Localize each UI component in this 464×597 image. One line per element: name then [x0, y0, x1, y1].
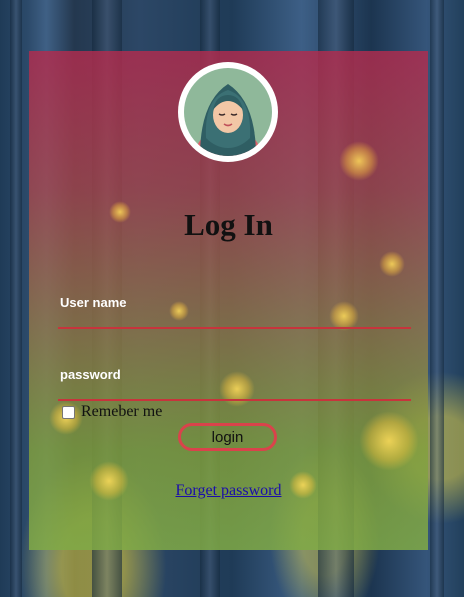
remember-me-checkbox[interactable] — [62, 405, 75, 419]
page-title: Log In — [184, 207, 273, 242]
remember-me-label: Remeber me — [81, 403, 163, 420]
user-avatar-icon — [184, 68, 272, 156]
forgot-password-link[interactable]: Forget password — [176, 482, 282, 499]
username-input[interactable] — [58, 307, 411, 329]
user-avatar — [178, 62, 278, 162]
login-card: Log In User name password Remeber me log… — [29, 51, 428, 550]
password-input[interactable] — [58, 379, 411, 401]
forgot-password: Forget password — [29, 482, 428, 500]
remember-me: Remeber me — [62, 403, 162, 421]
login-button[interactable]: login — [178, 423, 277, 451]
